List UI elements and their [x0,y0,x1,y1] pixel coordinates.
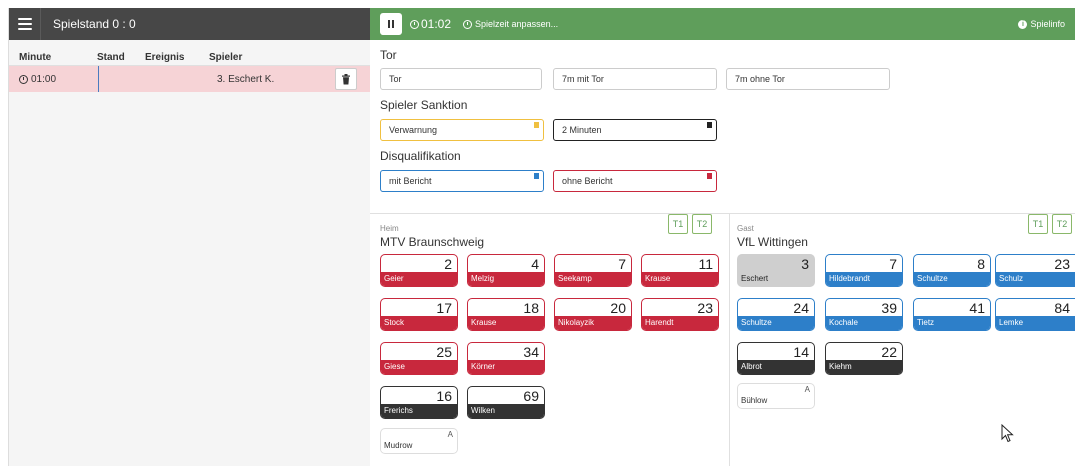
home-team-name: MTV Braunschweig [380,235,485,249]
yellow-card-icon [534,122,539,128]
guest-timeout-2-button[interactable]: T2 [1052,214,1072,234]
home-player-card[interactable]: 11 Krause [641,254,719,287]
column-ereignis: Ereignis [145,52,185,63]
two-minutes-button[interactable]: 2 Minuten [553,119,717,141]
home-player-card[interactable]: 4 Melzig [467,254,545,287]
column-spieler: Spieler [209,52,243,63]
spielinfo-link[interactable]: i Spielinfo [1018,19,1065,29]
home-timeout-2-button[interactable]: T2 [692,214,712,234]
clock-icon [19,74,28,84]
trash-icon [342,73,350,84]
game-top-bar: 01:02 Spielzeit anpassen... i Spielinfo [370,8,1075,40]
guest-player-card[interactable]: 39 Kochale [825,298,903,331]
home-official-card[interactable]: A Mudrow [380,428,458,454]
guest-team-name: VfL Wittingen [737,235,808,249]
game-timer: 01:02 [410,17,451,31]
event-time: 01:00 [19,74,107,85]
event-row[interactable]: 01:00 3. Eschert K. [9,66,370,92]
event-log-header: Spielstand 0 : 0 [9,8,370,40]
info-icon: i [1018,19,1028,29]
action-panel: 01:02 Spielzeit anpassen... i Spielinfo … [370,8,1075,466]
guest-player-card[interactable]: 24 Schultze [737,298,815,331]
home-goalkeeper-card[interactable]: 69 Wilken [467,386,545,419]
blue-card-icon [534,173,539,179]
home-player-card[interactable]: 34 Körner [467,342,545,375]
hamburger-menu-icon[interactable] [9,8,41,40]
red-card-icon [707,173,712,179]
home-goalkeeper-card[interactable]: 16 Frerichs [380,386,458,419]
divider [729,214,730,466]
disq-with-report-button[interactable]: mit Bericht [380,170,544,192]
home-player-card[interactable]: 7 Seekamp [554,254,632,287]
disq-without-report-button[interactable]: ohne Bericht [553,170,717,192]
delete-event-button[interactable] [335,68,357,90]
event-table-header: Minute Stand Ereignis Spieler [9,40,370,66]
guest-player-card[interactable]: 84 Lemke [995,298,1075,331]
pause-button[interactable] [380,13,402,35]
pause-icon [388,20,390,28]
home-player-card[interactable]: 2 Geier [380,254,458,287]
home-player-card[interactable]: 25 Giese [380,342,458,375]
home-player-card[interactable]: 20 Nikolayzik [554,298,632,331]
guest-player-card[interactable]: 7 Hildebrandt [825,254,903,287]
event-player: 3. Eschert K. [217,73,275,85]
guest-player-card[interactable]: 8 Schultze [913,254,991,287]
card-icon [707,122,712,128]
adjust-time-link[interactable]: Spielzeit anpassen... [463,19,558,29]
home-player-card[interactable]: 17 Stock [380,298,458,331]
column-minute: Minute [19,52,52,63]
event-row-marker [98,66,99,92]
guest-player-card[interactable]: 41 Tietz [913,298,991,331]
home-player-card[interactable]: 18 Krause [467,298,545,331]
home-timeout-1-button[interactable]: T1 [668,214,688,234]
guest-team-label: Gast [737,224,754,233]
penalty-miss-button[interactable]: 7m ohne Tor [726,68,890,90]
penalty-goal-button[interactable]: 7m mit Tor [553,68,717,90]
section-title-disqualifikation: Disqualifikation [380,149,461,163]
guest-player-card-suspended[interactable]: 3 Eschert [737,254,815,287]
guest-official-card[interactable]: A Bühlow [737,383,815,409]
goal-button[interactable]: Tor [380,68,542,90]
guest-timeout-1-button[interactable]: T1 [1028,214,1048,234]
score-title: Spielstand 0 : 0 [53,17,136,31]
section-title-tor: Tor [380,48,397,62]
event-log-panel: Spielstand 0 : 0 Minute Stand Ereignis S… [8,8,370,466]
warning-button[interactable]: Verwarnung [380,119,544,141]
clock-icon [463,19,473,29]
guest-player-card[interactable]: 23 Schulz [995,254,1075,287]
guest-goalkeeper-card[interactable]: 22 Kiehm [825,342,903,375]
divider [370,213,1075,214]
home-team-label: Heim [380,224,399,233]
column-stand: Stand [97,52,125,63]
section-title-sanktion: Spieler Sanktion [380,98,468,112]
mouse-cursor-icon [1001,424,1014,443]
home-player-card[interactable]: 23 Harendt [641,298,719,331]
guest-goalkeeper-card[interactable]: 14 Albrot [737,342,815,375]
clock-icon [410,19,419,29]
